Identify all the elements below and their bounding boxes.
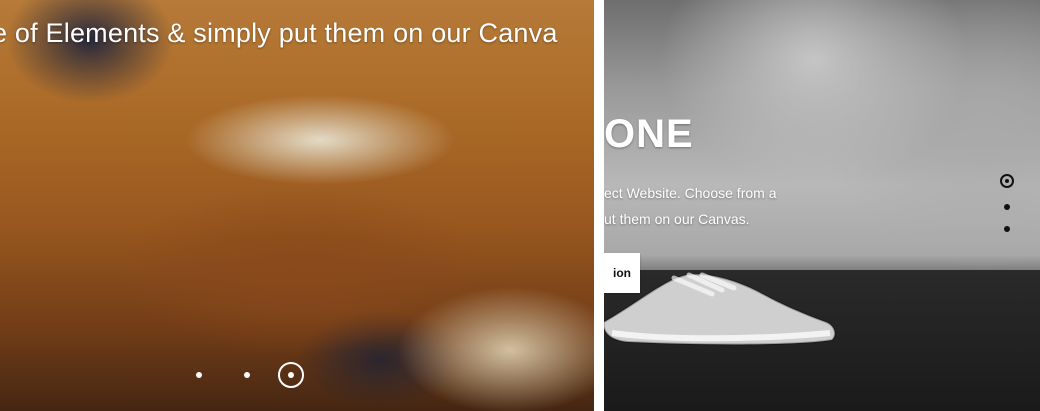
hero-slide-shoe: ONE ect Website. Choose from a ut them o… — [604, 0, 1040, 411]
vertical-pagination-dot-2[interactable] — [1004, 204, 1010, 210]
image-overlay — [0, 0, 594, 411]
slide-title: ONE — [604, 112, 694, 156]
slide-subtitle: ect Website. Choose from a ut them on ou… — [604, 180, 1024, 232]
hero-slide-food: e of Elements & simply put them on our C… — [0, 0, 594, 411]
slide-subtitle-line-1: ect Website. Choose from a — [604, 185, 777, 201]
vertical-pagination-dot-3[interactable] — [1004, 226, 1010, 232]
panel-divider — [594, 0, 604, 411]
pagination-dot-2[interactable] — [244, 372, 250, 378]
slider-pagination — [186, 360, 326, 390]
slide-subtitle-line-2: ut them on our Canvas. — [604, 211, 750, 227]
slide-caption: e of Elements & simply put them on our C… — [0, 18, 558, 48]
cta-button[interactable]: ion — [604, 253, 640, 293]
pagination-dot-1[interactable] — [196, 372, 202, 378]
vertical-pagination — [996, 168, 1036, 248]
vertical-pagination-dot-active-icon[interactable] — [1000, 174, 1014, 188]
pagination-dot-active-icon[interactable] — [278, 362, 304, 388]
